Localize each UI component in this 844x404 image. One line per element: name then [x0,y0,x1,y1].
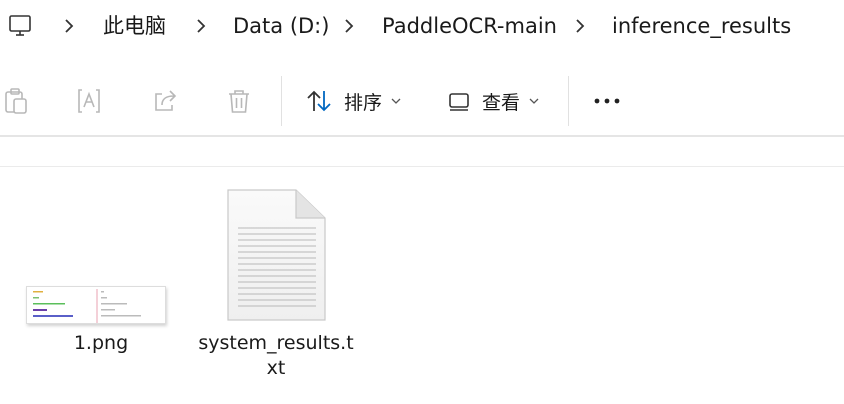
breadcrumb-item-this-pc[interactable]: 此电脑 [103,11,166,41]
chevron-down-icon [529,98,539,104]
copy-icon [5,88,27,114]
file-name-line2: xt [266,357,286,379]
header-separator [0,166,844,167]
file-name: 1.png [73,332,129,354]
view-button[interactable]: 查看 [446,84,540,118]
computer-icon[interactable] [6,12,34,40]
view-label: 查看 [482,91,521,114]
more-button[interactable] [594,84,622,118]
chevron-right-icon[interactable] [573,14,587,38]
share-icon [155,90,177,111]
sort-button[interactable]: 排序 [304,84,402,118]
breadcrumb-item-paddleocr-main[interactable]: PaddleOCR-main [382,11,557,41]
copy-button[interactable] [0,84,30,118]
address-bar[interactable]: 此电脑 Data (D:) PaddleOCR-main inference_r… [0,0,844,52]
sort-label: 排序 [344,91,383,114]
file-name-line1: system_results.t [198,332,354,354]
toolbar-divider [281,76,282,126]
chevron-down-icon [391,98,401,104]
trash-icon [229,90,249,113]
image-preview [33,289,141,323]
text-file-icon[interactable] [224,188,328,322]
breadcrumb-item-inference-results[interactable]: inference_results [612,11,791,41]
more-icon [594,98,620,104]
chevron-right-icon[interactable] [194,14,208,38]
toolbar-divider [568,76,569,126]
chevron-right-icon[interactable] [342,14,356,38]
sort-icon [307,90,331,112]
delete-button[interactable] [224,84,254,118]
image-thumbnail[interactable] [26,286,166,324]
chevron-right-icon[interactable] [62,14,76,38]
command-bar: 排序 查看 [0,66,844,136]
toolbar-separator [0,135,844,137]
breadcrumb-item-data-drive[interactable]: Data (D:) [233,11,329,41]
rename-button[interactable] [74,84,104,118]
share-button[interactable] [150,84,180,118]
rename-icon [78,89,100,113]
view-icon [449,93,469,111]
